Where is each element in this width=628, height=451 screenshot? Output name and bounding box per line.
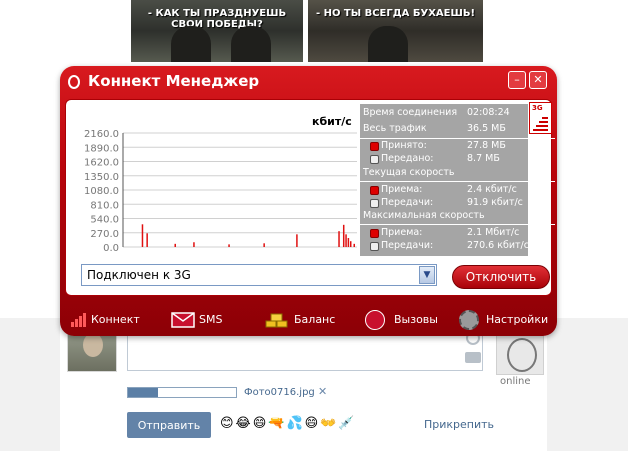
upload-progress-fill [128,388,159,397]
nav-label: SMS [199,313,223,326]
disconnect-button[interactable]: Отключить [452,265,550,289]
y-tick-label: 1350.0 [84,172,119,183]
traffic-bar [338,231,340,247]
stats-panel: Время соединения 02:08:24 Весь трафик 36… [360,104,555,256]
y-tick-label: 270.0 [90,229,119,240]
traffic-bar [296,234,298,247]
traffic-bar [174,243,176,247]
remove-attachment-icon[interactable]: ✕ [318,385,327,398]
traffic-bar [263,243,265,247]
received-checkbox[interactable] [370,142,379,151]
traffic-bar [141,224,144,247]
y-tick-label: 0.0 [103,243,119,254]
stat-value: 27.8 МБ [467,140,506,151]
stat-label: Передачи: [381,240,434,251]
nav-label: Коннект [91,313,140,326]
close-button[interactable]: ✕ [529,71,547,89]
y-tick-label: 1620.0 [84,158,119,169]
connection-status-value: Подключен к 3G [87,268,191,282]
traffic-bar [345,234,347,247]
vodafone-logo-icon [68,75,80,89]
meme-image-right[interactable]: - НО ТЫ ВСЕГДА БУХАЕШЬ! [308,0,483,62]
stat-label: Передано: [381,153,434,164]
section-label: Максимальная скорость [363,210,485,221]
signal-strength-icon: 3G [529,102,552,134]
nav-label: Настройки [486,313,549,326]
attach-link[interactable]: Прикрепить [424,418,494,431]
stat-value: 02:08:24 [467,107,510,118]
signal-bar [539,121,548,123]
nav-settings[interactable]: Настройки [458,307,552,333]
meme-figure [171,26,211,62]
traffic-bar [349,241,352,247]
stat-label: Приема: [381,184,423,195]
traffic-bar [353,243,355,247]
section-label: Текущая скорость [363,167,455,178]
y-tick-label: 810.0 [90,200,119,211]
nav-calls[interactable]: Вызовы [365,307,445,333]
stat-value: 270.6 кбит/с [467,240,529,251]
phone-icon [365,310,385,330]
minimize-button[interactable]: – [508,71,526,89]
meme-figure [368,26,408,62]
gold-bars-icon [265,313,288,328]
stat-value: 36.5 МБ [467,123,506,134]
attachment-filename[interactable]: Фото0716.jpg [244,387,315,398]
emoji-row[interactable]: 😊😂😄🔫💦😄👐💉 [220,416,357,431]
camera-icon[interactable] [465,352,481,363]
stat-value: 91.9 кбит/с [467,197,523,208]
signal-bar [542,117,548,119]
traffic-bar [193,242,195,247]
envelope-icon [171,312,195,328]
upload-progress-bar [127,387,237,398]
signal-bar [536,125,548,127]
stat-label: Принято: [381,140,427,151]
traffic-bar [228,244,230,247]
nav-label: Баланс [294,313,336,326]
gear-icon [459,310,479,330]
stat-label: Весь трафик [363,123,427,134]
stat-value: 8.7 МБ [467,153,500,164]
signal-bars-icon [71,313,86,327]
y-tick-label: 1080.0 [84,186,119,197]
traffic-bar [347,238,350,247]
stat-label: Приема: [381,227,423,238]
send-button[interactable]: Отправить [127,412,211,438]
y-tick-label: 540.0 [90,215,119,226]
divider [360,224,555,225]
stat-label: Передачи: [381,197,434,208]
sent-checkbox[interactable] [370,155,379,164]
divider [360,181,555,182]
y-tick-label: 1890.0 [84,143,119,154]
stat-value: 2.1 Мбит/с [467,227,520,238]
traffic-bar [146,233,148,247]
stat-value: 2.4 кбит/с [467,184,517,195]
nav-connect[interactable]: Коннект [65,307,150,333]
network-type-label: 3G [532,104,543,112]
friend-avatar[interactable] [496,331,544,375]
cur-recv-checkbox[interactable] [370,186,379,195]
window-title: Коннект Менеджер [88,72,260,90]
meme-caption-left: - КАК ТЫ ПРАЗДНУЕШЬ СВОИ ПОБЕДЫ? [147,8,287,30]
stat-label: Время соединения [363,107,458,118]
online-status: online [500,376,531,387]
meme-caption-right: - НО ТЫ ВСЕГДА БУХАЕШЬ! [315,8,476,19]
chevron-down-icon[interactable]: ▼ [419,266,435,284]
meme-image-left[interactable]: - КАК ТЫ ПРАЗДНУЕШЬ СВОИ ПОБЕДЫ? [131,0,303,62]
cur-send-checkbox[interactable] [370,199,379,208]
max-send-checkbox[interactable] [370,242,379,251]
nav-balance[interactable]: Баланс [264,307,354,333]
connection-status-select[interactable]: Подключен к 3G ▼ [81,264,437,286]
signal-bar [533,129,548,131]
max-recv-checkbox[interactable] [370,229,379,238]
traffic-bar [342,224,345,247]
meme-figure [231,26,271,62]
chart-unit-label: кбит/с [312,115,352,128]
nav-label: Вызовы [394,313,438,326]
divider [360,138,555,139]
bottom-nav: Коннект SMS Баланс Вызовы Настройки [65,307,555,333]
nav-sms[interactable]: SMS [171,307,251,333]
y-tick-label: 2160.0 [84,129,119,140]
